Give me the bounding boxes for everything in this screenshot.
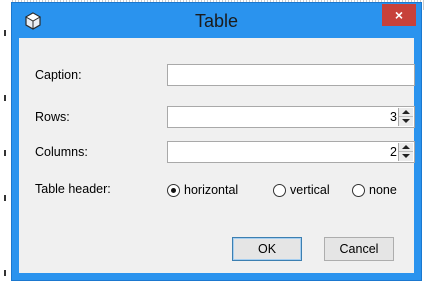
columns-increment-button[interactable] bbox=[399, 143, 413, 152]
margin-tick bbox=[4, 150, 6, 156]
rows-spinner[interactable]: 3 bbox=[167, 106, 415, 128]
rows-label: Rows: bbox=[35, 110, 70, 124]
radio-horizontal-label: horizontal bbox=[184, 183, 239, 197]
table-dialog: Table × Caption: Rows: 3 Columns: 2 Tabl… bbox=[11, 2, 422, 281]
table-header-label: Table header: bbox=[35, 182, 111, 196]
rows-increment-button[interactable] bbox=[399, 108, 413, 117]
background-left-margin bbox=[0, 0, 10, 286]
radio-vertical[interactable]: vertical bbox=[273, 182, 330, 198]
rows-spinner-buttons bbox=[398, 108, 413, 126]
caption-label: Caption: bbox=[35, 68, 82, 82]
radio-vertical-label: vertical bbox=[290, 183, 330, 197]
radio-checked-icon bbox=[167, 183, 180, 197]
columns-label: Columns: bbox=[35, 145, 88, 159]
rows-decrement-button[interactable] bbox=[399, 117, 413, 126]
margin-tick bbox=[4, 95, 6, 101]
close-button[interactable]: × bbox=[382, 4, 416, 26]
radio-none[interactable]: none bbox=[352, 182, 397, 198]
radio-none-label: none bbox=[369, 183, 397, 197]
radio-horizontal[interactable]: horizontal bbox=[167, 182, 238, 198]
rows-value: 3 bbox=[390, 110, 397, 124]
columns-spinner-buttons bbox=[398, 143, 413, 161]
caption-input[interactable] bbox=[167, 64, 415, 86]
radio-unchecked-icon bbox=[273, 183, 286, 197]
arrow-up-icon bbox=[402, 110, 410, 114]
cancel-button[interactable]: Cancel bbox=[324, 237, 394, 261]
margin-tick bbox=[4, 30, 6, 36]
dialog-content: Caption: Rows: 3 Columns: 2 Table header… bbox=[19, 38, 415, 273]
margin-tick bbox=[4, 195, 6, 201]
arrow-down-icon bbox=[402, 154, 410, 158]
dialog-title: Table bbox=[194, 11, 239, 31]
columns-spinner[interactable]: 2 bbox=[167, 141, 415, 163]
columns-value: 2 bbox=[390, 145, 397, 159]
arrow-up-icon bbox=[402, 145, 410, 149]
close-icon: × bbox=[394, 7, 404, 23]
title-bar[interactable]: Table × bbox=[12, 3, 421, 38]
ok-button[interactable]: OK bbox=[232, 237, 302, 261]
arrow-down-icon bbox=[402, 119, 410, 123]
radio-unchecked-icon bbox=[352, 183, 365, 197]
margin-tick bbox=[4, 270, 6, 276]
columns-decrement-button[interactable] bbox=[399, 152, 413, 161]
